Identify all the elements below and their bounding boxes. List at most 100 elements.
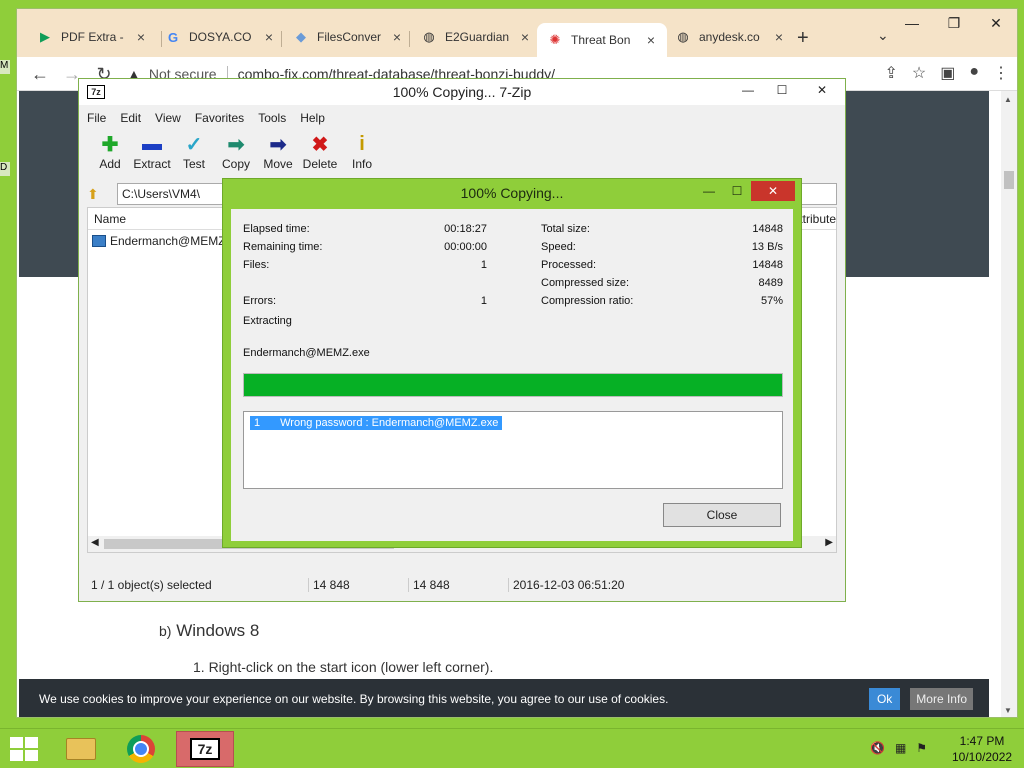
menu-edit[interactable]: Edit xyxy=(120,111,141,125)
minimize-icon[interactable]: — xyxy=(891,9,933,37)
back-icon[interactable]: ← xyxy=(27,61,53,87)
scroll-left-icon[interactable]: ◀ xyxy=(91,537,99,548)
operation-label: Extracting xyxy=(243,315,292,327)
close-icon[interactable]: × xyxy=(261,29,277,45)
clock[interactable]: 1:47 PM 10/10/2022 xyxy=(952,733,1012,765)
delete-button[interactable]: ✖ Delete xyxy=(299,131,341,181)
cookie-more-info-button[interactable]: More Info xyxy=(910,688,973,710)
close-icon[interactable]: × xyxy=(771,29,787,45)
combofix-icon: ✺ xyxy=(549,32,561,47)
share-icon[interactable]: ⇪ xyxy=(884,63,897,83)
action-center-icon[interactable]: ⚑ xyxy=(916,741,927,755)
network-icon[interactable]: ▦ xyxy=(895,741,906,755)
system-tray: 🔇 ▦ ⚑ xyxy=(870,741,927,755)
7zip-titlebar[interactable]: 7z 100% Copying... 7-Zip — ☐ ✕ xyxy=(79,79,845,105)
test-button[interactable]: ✓ Test xyxy=(173,131,215,181)
7zip-toolbar: ✚ Add ▬ Extract ✓ Test ➡ Copy ➡ Move ✖ D… xyxy=(79,131,845,181)
scroll-thumb[interactable] xyxy=(1004,171,1014,189)
tab-label: Threat Bon xyxy=(571,33,631,47)
scroll-down-icon[interactable]: ▼ xyxy=(1004,706,1012,715)
files-icon: ◆ xyxy=(296,29,306,44)
close-window-icon[interactable]: ✕ xyxy=(975,9,1017,37)
new-tab-icon[interactable]: + xyxy=(797,27,809,50)
tab-e2guardian[interactable]: ◍ E2Guardian × xyxy=(411,23,541,51)
elapsed-label: Elapsed time: xyxy=(243,223,310,235)
menu-tools[interactable]: Tools xyxy=(258,111,286,125)
volume-muted-icon[interactable]: 🔇 xyxy=(870,741,885,755)
tab-label: anydesk.co xyxy=(699,30,760,44)
close-icon[interactable]: × xyxy=(643,32,659,48)
tool-label: Delete xyxy=(302,157,338,171)
close-icon[interactable]: ✕ xyxy=(751,181,795,201)
chrome-taskbar-button[interactable] xyxy=(112,731,170,767)
info-button[interactable]: i Info xyxy=(341,131,383,181)
add-button[interactable]: ✚ Add xyxy=(89,131,131,181)
tab-label: E2Guardian xyxy=(445,30,510,44)
tab-anydesk[interactable]: ◍ anydesk.co × xyxy=(665,23,795,51)
tool-label: Add xyxy=(99,157,121,171)
menu-view[interactable]: View xyxy=(155,111,181,125)
tab-dosya[interactable]: G DOSYA.CO × xyxy=(155,23,285,51)
cookie-banner: We use cookies to improve your experienc… xyxy=(19,679,989,717)
status-size: 14 848 xyxy=(309,578,409,592)
close-button[interactable]: Close xyxy=(663,503,781,527)
play-store-icon: ▶ xyxy=(40,29,50,44)
move-icon: ➡ xyxy=(269,133,287,156)
tab-separator xyxy=(281,31,282,47)
processed-value: 14848 xyxy=(752,259,783,271)
tab-pdf-extra[interactable]: ▶ PDF Extra - × xyxy=(27,23,157,51)
progress-fill xyxy=(244,374,782,396)
extract-button[interactable]: ▬ Extract xyxy=(131,131,173,181)
column-name[interactable]: Name xyxy=(94,212,126,226)
delete-icon: ✖ xyxy=(311,133,329,156)
maximize-icon[interactable]: ❐ xyxy=(933,9,975,37)
error-log-list[interactable]: 1 Wrong password : Endermanch@MEMZ.exe xyxy=(243,411,783,489)
scroll-right-icon[interactable]: ▶ xyxy=(825,537,833,548)
desktop-icon[interactable]: M xyxy=(0,60,10,74)
profile-icon[interactable]: ● xyxy=(969,63,979,83)
menu-file[interactable]: File xyxy=(87,111,106,125)
cookie-ok-button[interactable]: Ok xyxy=(868,688,901,710)
errors-label: Errors: xyxy=(243,295,276,307)
close-icon[interactable]: × xyxy=(517,29,533,45)
file-explorer-taskbar-button[interactable] xyxy=(52,731,110,767)
chevron-down-icon[interactable]: ⌄ xyxy=(877,27,889,44)
tab-filesconvert[interactable]: ◆ FilesConver × xyxy=(283,23,413,51)
close-icon[interactable]: × xyxy=(133,29,149,45)
tab-threat-bonzi[interactable]: ✺ Threat Bon × xyxy=(537,23,667,57)
menu-icon[interactable]: ⋮ xyxy=(993,63,1009,83)
side-panel-icon[interactable]: ▣ xyxy=(940,63,955,83)
windows-start-icon[interactable] xyxy=(10,737,38,761)
status-packed: 14 848 xyxy=(409,578,509,592)
maximize-icon[interactable]: ☐ xyxy=(765,79,799,101)
compressed-size-value: 8489 xyxy=(758,277,783,289)
close-icon[interactable]: ✕ xyxy=(799,79,845,101)
scroll-up-icon[interactable]: ▲ xyxy=(1004,95,1012,104)
list-item[interactable]: Endermanch@MEMZ xyxy=(92,234,226,248)
minimize-icon[interactable]: — xyxy=(731,79,765,101)
files-label: Files: xyxy=(243,259,270,271)
menu-favorites[interactable]: Favorites xyxy=(195,111,244,125)
copy-icon: ➡ xyxy=(227,133,245,156)
desktop-icon[interactable]: D xyxy=(0,162,10,176)
menu-help[interactable]: Help xyxy=(300,111,325,125)
path-text: C:\Users\VM4\ xyxy=(122,187,201,201)
minimize-icon[interactable]: — xyxy=(695,181,723,201)
google-icon: G xyxy=(167,29,179,45)
file-name: Endermanch@MEMZ xyxy=(110,234,226,248)
copy-button[interactable]: ➡ Copy xyxy=(215,131,257,181)
tool-label: Test xyxy=(182,157,205,171)
error-log-entry[interactable]: 1 Wrong password : Endermanch@MEMZ.exe xyxy=(250,416,503,430)
progress-dialog: 100% Copying... — ☐ ✕ Elapsed time: 00:1… xyxy=(222,178,802,548)
tab-label: DOSYA.CO xyxy=(189,30,252,44)
close-icon[interactable]: × xyxy=(389,29,405,45)
maximize-icon[interactable]: ☐ xyxy=(723,181,751,201)
speed-value: 13 B/s xyxy=(751,241,783,253)
7zip-taskbar-button[interactable]: 7z xyxy=(176,731,234,767)
folder-up-icon[interactable]: ⬆ xyxy=(87,186,109,203)
move-button[interactable]: ➡ Move xyxy=(257,131,299,181)
page-scrollbar[interactable]: ▲ ▼ xyxy=(1001,91,1017,717)
column-attributes[interactable]: ttribute xyxy=(799,212,836,226)
bookmark-star-icon[interactable]: ☆ xyxy=(912,63,926,83)
log-number: 1 xyxy=(254,417,261,429)
